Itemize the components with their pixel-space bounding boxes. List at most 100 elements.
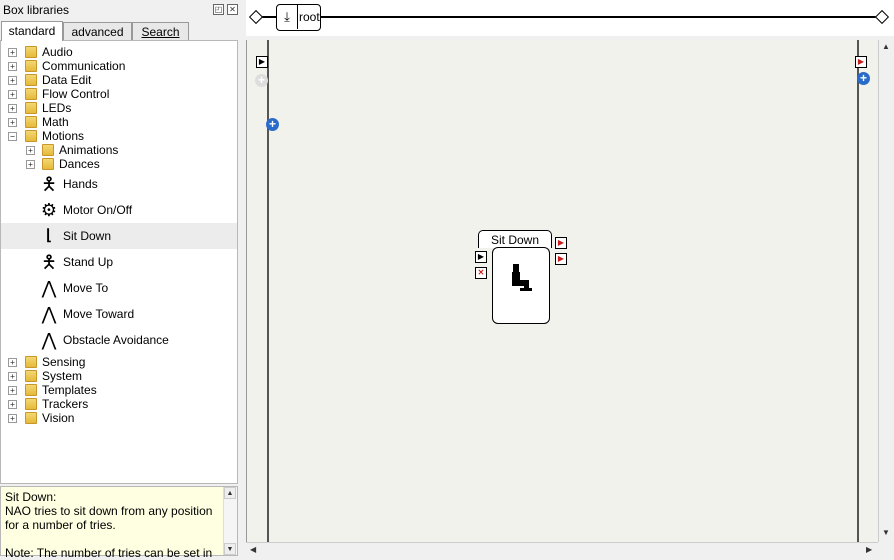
output-boundary-line (857, 40, 859, 542)
add-input-icon-disabled: + (255, 74, 268, 87)
tree-folder-system[interactable]: + System (1, 369, 237, 383)
add-input-icon[interactable]: + (266, 118, 279, 131)
expand-icon[interactable]: + (8, 48, 17, 57)
breadcrumb-label: root (299, 10, 320, 24)
robot-figure-icon: 🯅 (41, 252, 57, 272)
tree-box-label: Motor On/Off (63, 203, 133, 217)
expand-icon[interactable]: + (8, 414, 17, 423)
tree-folder-motions[interactable]: − Motions (1, 129, 237, 143)
tree-folder-audio[interactable]: + Audio (1, 45, 237, 59)
sit-down-box[interactable] (492, 247, 550, 324)
canvas-horizontal-scrollbar[interactable]: ◀ ▶ (246, 542, 878, 557)
folder-icon (42, 158, 54, 170)
description-body: NAO tries to sit down from any position … (5, 504, 213, 532)
undock-icon[interactable]: ◰ (213, 4, 224, 15)
tree-box-label: Stand Up (63, 255, 114, 269)
tree-box-sit-down[interactable]: ⌊ Sit Down (1, 223, 237, 249)
tree-folder-flow-control[interactable]: + Flow Control (1, 87, 237, 101)
onstopped-output[interactable]: ▶ (855, 56, 867, 68)
sit-down-icon: ⌊ (46, 227, 52, 244)
input-boundary-line (267, 40, 269, 542)
tree-folder-label: Math (42, 115, 69, 129)
scroll-right-icon[interactable]: ▶ (866, 545, 872, 554)
tree-box-motor-on-off[interactable]: ⚙ Motor On/Off (1, 197, 237, 223)
breadcrumb-root[interactable]: ⤓ root (276, 4, 321, 31)
folder-icon (25, 412, 37, 424)
gears-icon: ⚙ (40, 200, 58, 220)
tree-folder-label: Motions (42, 129, 85, 143)
description-title: Sit Down: (5, 490, 57, 504)
folder-icon (25, 88, 37, 100)
tree-folder-label: Trackers (42, 397, 89, 411)
tree-folder-label: Flow Control (42, 87, 110, 101)
walking-legs-icon: ⋀ (41, 278, 57, 298)
folder-icon (25, 370, 37, 382)
tree-folder-label: LEDs (42, 101, 72, 115)
add-output-icon[interactable]: + (857, 72, 870, 85)
robot-figure-icon: 🯅 (41, 174, 57, 194)
expand-icon[interactable]: + (8, 372, 17, 381)
box-onstop-input[interactable]: ✕ (475, 267, 487, 279)
tree-folder-leds[interactable]: + LEDs (1, 101, 237, 115)
tree-folder-data-edit[interactable]: + Data Edit (1, 73, 237, 87)
scroll-down-icon[interactable]: ▼ (882, 528, 890, 537)
tree-box-move-to[interactable]: ⋀ Move To (1, 275, 237, 301)
expand-icon[interactable]: + (8, 90, 17, 99)
folder-icon (25, 74, 37, 86)
breadcrumb-bar (246, 0, 894, 36)
tree-folder-label: Communication (42, 59, 126, 73)
close-icon[interactable]: ✕ (227, 4, 238, 15)
folder-icon (25, 130, 37, 142)
expand-icon[interactable]: + (26, 146, 35, 155)
tree-folder-vision[interactable]: + Vision (1, 411, 237, 425)
diagram-canvas[interactable]: ▶ + + ▶ + (246, 40, 879, 542)
breadcrumb-line (255, 16, 882, 18)
canvas-vertical-scrollbar[interactable]: ▲ ▼ (878, 40, 894, 542)
expand-icon[interactable]: + (8, 386, 17, 395)
tree-folder-communication[interactable]: + Communication (1, 59, 237, 73)
box-onstart-input[interactable]: ▶ (475, 251, 487, 263)
folder-icon (42, 144, 54, 156)
scroll-down-icon[interactable]: ▼ (224, 543, 236, 555)
tree-folder-label: Data Edit (42, 73, 92, 87)
description-note: Note: The number of tries can be set in (5, 546, 213, 560)
tab-standard[interactable]: standard (1, 21, 63, 41)
box-failure-output[interactable]: ▶ (555, 253, 567, 265)
tree-box-label: Sit Down (63, 229, 112, 243)
scroll-left-icon[interactable]: ◀ (250, 545, 256, 554)
expand-icon[interactable]: + (8, 400, 17, 409)
tree-folder-sensing[interactable]: + Sensing (1, 355, 237, 369)
tree-box-obstacle-avoidance[interactable]: ⋀ Obstacle Avoidance (1, 327, 237, 353)
onstart-input[interactable]: ▶ (256, 56, 268, 68)
description-scrollbar[interactable]: ▲ ▼ (223, 487, 237, 555)
panel-splitter[interactable] (238, 0, 246, 556)
expand-icon[interactable]: + (26, 160, 35, 169)
scroll-up-icon[interactable]: ▲ (224, 487, 236, 499)
box-success-output[interactable]: ▶ (555, 237, 567, 249)
tree-folder-label: System (42, 369, 83, 383)
box-title[interactable]: Sit Down (478, 230, 552, 248)
tree-box-hands[interactable]: 🯅 Hands (1, 171, 237, 197)
folder-icon (25, 398, 37, 410)
expand-icon[interactable]: + (8, 76, 17, 85)
tree-box-label: Obstacle Avoidance (63, 333, 169, 347)
tree-box-move-toward[interactable]: ⋀ Move Toward (1, 301, 237, 327)
expand-icon[interactable]: + (8, 358, 17, 367)
tree-box-label: Move To (63, 281, 109, 295)
collapse-icon[interactable]: − (8, 132, 17, 141)
expand-icon[interactable]: + (8, 104, 17, 113)
tree-folder-templates[interactable]: + Templates (1, 383, 237, 397)
tree-folder-math[interactable]: + Math (1, 115, 237, 129)
expand-icon[interactable]: + (8, 62, 17, 71)
tree-folder-animations[interactable]: + Animations (1, 143, 237, 157)
expand-icon[interactable]: + (8, 118, 17, 127)
tree-folder-trackers[interactable]: + Trackers (1, 397, 237, 411)
tab-advanced[interactable]: advanced (63, 22, 132, 41)
tree-folder-dances[interactable]: + Dances (1, 157, 237, 171)
tab-search[interactable]: Search (132, 22, 189, 41)
tree-folder-label: Animations (59, 143, 119, 157)
tree-folder-label: Vision (42, 411, 75, 425)
scroll-up-icon[interactable]: ▲ (882, 42, 890, 51)
tree-box-stand-up[interactable]: 🯅 Stand Up (1, 249, 237, 275)
box-libraries-panel: Box libraries ◰ ✕ standard advanced Sear… (0, 0, 240, 560)
